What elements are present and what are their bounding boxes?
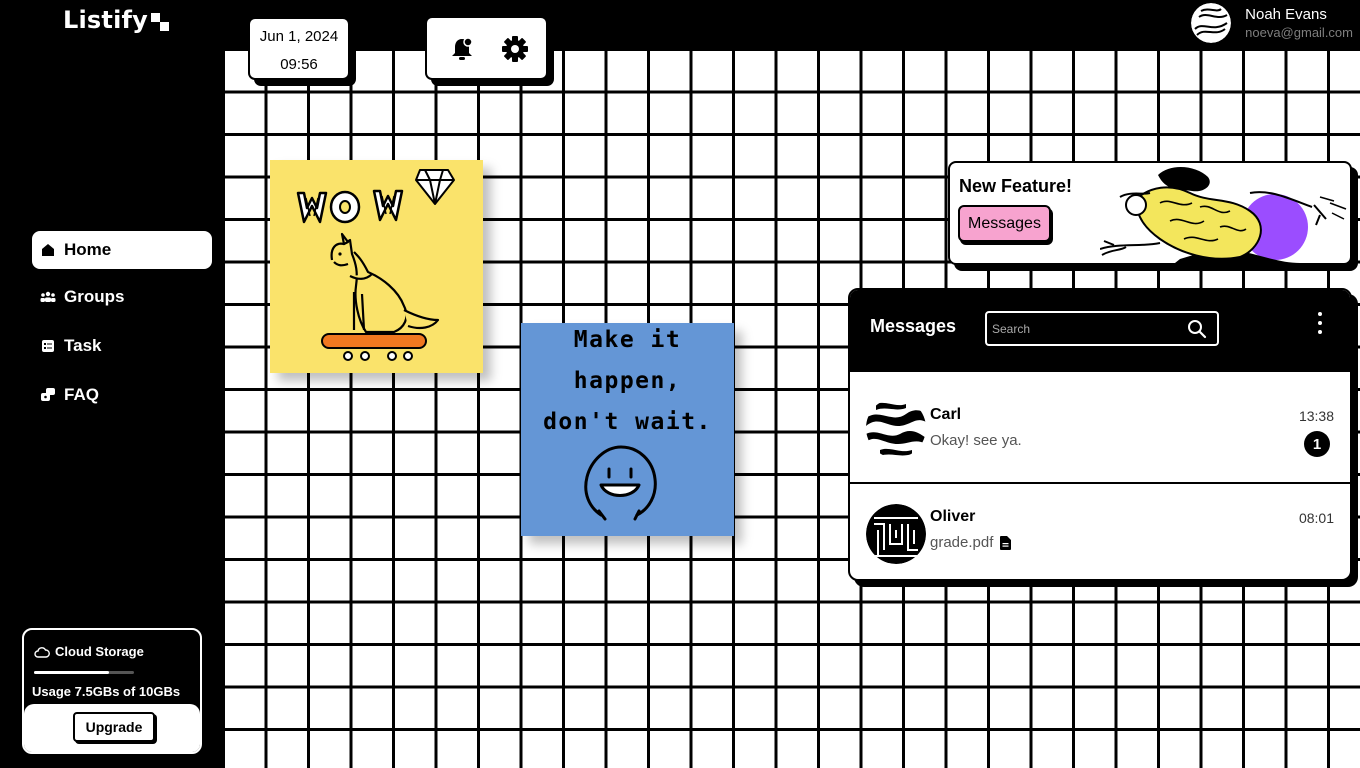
quote-line-1: Make it: [573, 327, 682, 353]
wow-dog-illustration: [296, 169, 455, 361]
contact-name: Oliver: [930, 508, 976, 525]
message-item-carl[interactable]: Carl Okay! see ya. 13:38 1: [850, 376, 1350, 480]
user-email: noeva@gmail.com: [1245, 25, 1353, 40]
home-icon: [40, 242, 56, 258]
date-time-card: Jun 1, 2024 09:56: [248, 17, 350, 80]
current-time: 09:56: [280, 56, 318, 73]
groups-icon: [40, 289, 56, 305]
top-bar: [224, 0, 1360, 50]
sticky-note-quote[interactable]: Make it happen, don't wait.: [521, 323, 734, 536]
feature-messages-button[interactable]: Messages: [958, 205, 1051, 242]
storage-title: Cloud Storage: [34, 644, 144, 659]
app-logo[interactable]: Listify: [63, 6, 169, 34]
user-avatar: [1191, 3, 1232, 43]
sidebar-item-label: Home: [64, 240, 112, 259]
contact-avatar: [866, 504, 926, 564]
sidebar-item-label: Task: [64, 336, 102, 355]
unread-count-badge: 1: [1304, 431, 1330, 457]
feature-title: New Feature!: [959, 176, 1073, 196]
message-time: 13:38: [1298, 408, 1334, 424]
sidebar-item-faq[interactable]: FAQ: [32, 376, 212, 414]
app-name: Listify: [63, 6, 148, 34]
storage-progress-fill: [34, 671, 109, 674]
smiley-face-illustration: [584, 445, 657, 521]
more-options-icon[interactable]: [1316, 312, 1324, 338]
messages-title: Messages: [870, 316, 957, 336]
logo-mark-icon: [151, 13, 169, 31]
user-profile[interactable]: Noah Evans noeva@gmail.com: [1191, 3, 1353, 43]
sidebar-item-label: FAQ: [64, 385, 99, 404]
sidebar: Listify Home Groups Task FAQ Cloud Stora…: [0, 0, 224, 768]
sidebar-item-label: Groups: [64, 287, 125, 306]
quote-line-3: don't wait.: [543, 409, 712, 435]
attachment-file-name: grade.pdf: [930, 534, 994, 551]
contact-name: Carl: [930, 406, 962, 423]
faq-icon: [40, 387, 56, 403]
storage-progress-bar: [34, 671, 134, 674]
storage-title-text: Cloud Storage: [55, 644, 144, 659]
message-item-oliver[interactable]: Oliver grade.pdf 08:01: [850, 484, 1350, 579]
messages-search-input[interactable]: [987, 321, 1177, 336]
storage-footer: Upgrade: [24, 704, 200, 752]
upgrade-button[interactable]: Upgrade: [73, 712, 155, 742]
current-date: Jun 1, 2024: [259, 28, 339, 45]
header-actions-card: [425, 16, 548, 80]
cloud-storage-card: Cloud Storage Usage 7.5GBs of 10GBs Upgr…: [22, 628, 202, 754]
file-icon: [1000, 535, 1012, 550]
message-preview: Okay! see ya.: [930, 432, 1022, 449]
notification-bell-icon[interactable]: [447, 34, 477, 64]
contact-avatar: [866, 398, 926, 458]
messages-search: [985, 311, 1219, 346]
search-icon[interactable]: [1187, 319, 1207, 339]
messages-panel: Messages Carl Okay! see ya. 13:38 1: [848, 288, 1352, 581]
sidebar-item-home[interactable]: Home: [32, 231, 212, 269]
sidebar-item-task[interactable]: Task: [32, 327, 212, 365]
cloud-icon: [34, 646, 50, 658]
storage-usage-text: Usage 7.5GBs of 10GBs: [32, 684, 181, 699]
new-feature-card: New Feature! Messages: [948, 161, 1352, 265]
user-name: Noah Evans: [1245, 6, 1327, 23]
message-time: 08:01: [1298, 510, 1334, 526]
running-person-illustration: [1100, 166, 1347, 263]
settings-gear-icon[interactable]: [500, 34, 530, 64]
sticky-note-wow[interactable]: [270, 160, 483, 373]
sidebar-item-groups[interactable]: Groups: [32, 278, 212, 316]
messages-header: Messages: [850, 290, 1350, 372]
task-icon: [40, 338, 56, 354]
message-preview: grade.pdf: [930, 534, 1012, 551]
quote-line-2: happen,: [573, 368, 682, 394]
